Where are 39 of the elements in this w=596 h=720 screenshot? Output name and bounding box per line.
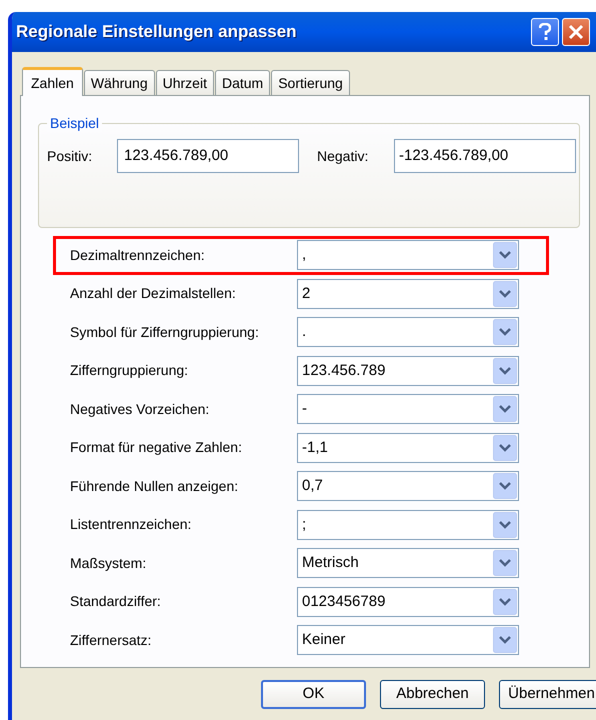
dropdown[interactable]: 0,7 [297,471,519,502]
help-icon [539,23,551,41]
dropdown[interactable]: -1,1 [297,432,519,463]
setting-label: Anzahl der Dezimalstellen: [70,284,237,304]
field-label: Positiv: [47,146,94,166]
dialog-button[interactable]: Abbrechen [380,680,485,709]
setting-label: Zifferngruppierung: [70,361,190,380]
tab[interactable]: Zahlen [22,67,83,96]
setting-label: Standardziffer: [70,592,162,612]
setting-label: Maßsystem: [70,554,148,573]
dialog-button[interactable]: OK [261,680,366,709]
close-button[interactable] [562,18,590,46]
dropdown[interactable]: 123.456.789 [297,356,519,386]
dropdown[interactable]: . [297,317,519,348]
window-title: Regionale Einstellungen anpassen [16,21,297,44]
dropdown[interactable]: 0123456789 [297,586,519,617]
dropdown[interactable]: , [297,240,519,270]
field-label: Negativ: [317,146,370,166]
setting-label: Negatives Vorzeichen: [70,400,210,419]
setting-label: Führende Nullen anzeigen: [70,476,240,496]
dropdown[interactable]: Keiner [297,625,519,656]
dropdown[interactable]: 2 [297,278,519,309]
setting-label: Ziffernersatz: [70,630,152,650]
setting-label: Dezimaltrennzeichen: [70,246,206,265]
tab[interactable]: Währung [84,70,155,95]
dropdown[interactable]: Metrisch [297,548,519,578]
tab[interactable]: Uhrzeit [156,70,214,95]
tab[interactable]: Sortierung [271,70,350,95]
positive-example-field: 123.456.789,00 [117,139,299,173]
help-button[interactable] [531,18,559,46]
tab[interactable]: Datum [214,70,270,95]
setting-label: Format für negative Zahlen: [70,438,243,458]
dropdown[interactable]: - [297,394,519,424]
negative-example-field: -123.456.789,00 [394,139,576,173]
close-icon [568,24,584,40]
dialog-button[interactable]: Übernehmen [499,680,596,709]
dropdown[interactable]: ; [297,510,519,540]
setting-label: Symbol für Zifferngruppierung: [70,322,260,342]
setting-label: Listentrennzeichen: [70,515,192,534]
